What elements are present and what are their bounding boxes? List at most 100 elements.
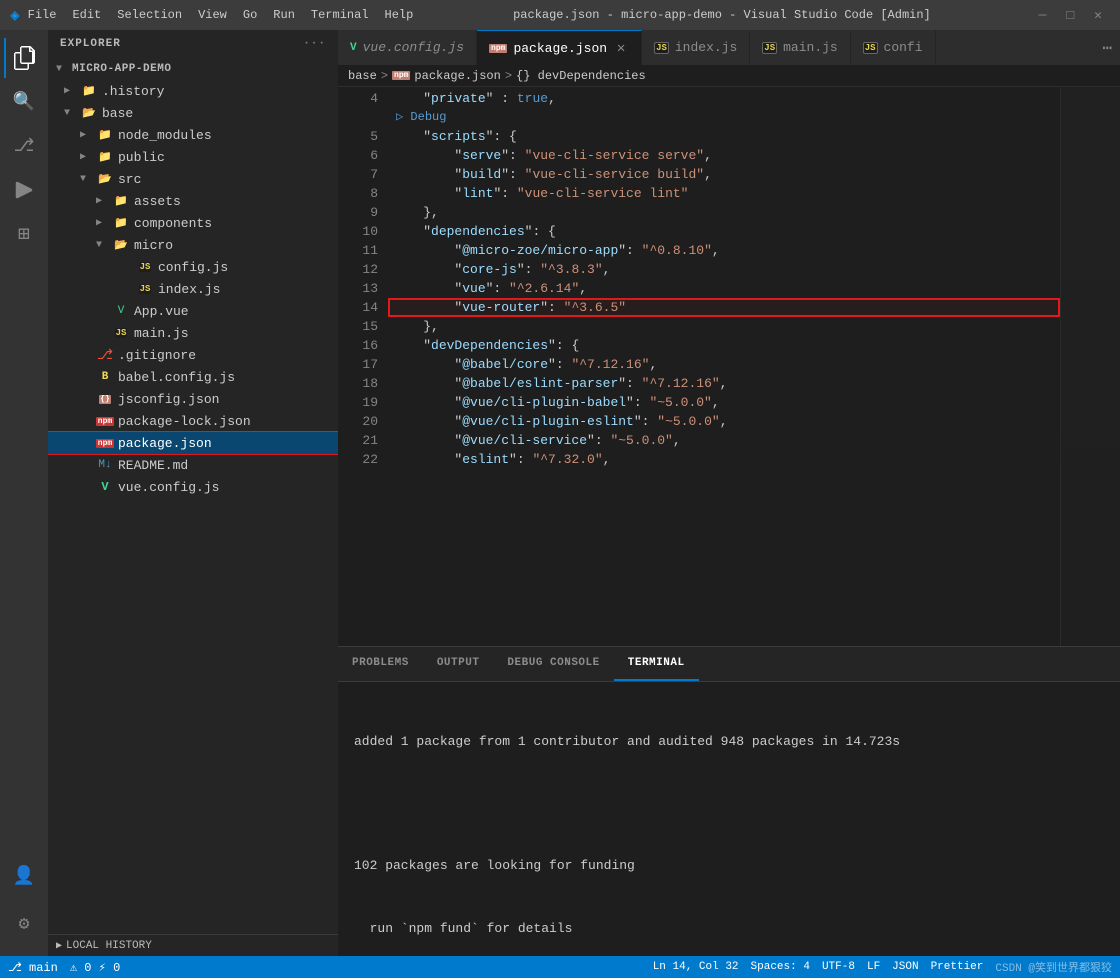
- activity-account[interactable]: 👤: [4, 856, 44, 896]
- menu-terminal[interactable]: Terminal: [311, 8, 369, 22]
- tab-confi-icon: JS: [863, 42, 878, 54]
- vue-config-icon: V: [96, 479, 114, 495]
- code-line-16: "devDependencies": {: [388, 336, 1060, 355]
- project-name[interactable]: ▼ MICRO-APP-DEMO: [48, 58, 338, 80]
- code-line-17: "@babel/core": "^7.12.16",: [388, 355, 1060, 374]
- menu-edit[interactable]: Edit: [72, 8, 101, 22]
- breadcrumb-base[interactable]: base: [348, 69, 377, 83]
- sidebar-header-icons: ···: [303, 38, 326, 50]
- activity-search[interactable]: 🔍: [4, 82, 44, 122]
- activity-explorer[interactable]: [4, 38, 44, 78]
- sidebar-header: EXPLORER ···: [48, 30, 338, 58]
- activity-settings[interactable]: ⚙: [4, 904, 44, 944]
- code-line-13: "vue": "^2.6.14",: [388, 279, 1060, 298]
- code-line-10: "dependencies": {: [388, 222, 1060, 241]
- sidebar-item-babel-config[interactable]: B babel.config.js: [48, 366, 338, 388]
- base-folder-icon: 📂: [80, 105, 98, 121]
- sidebar-item-vue-config[interactable]: V vue.config.js: [48, 476, 338, 498]
- breadcrumb-npm-icon: npm: [392, 71, 410, 80]
- menu-selection[interactable]: Selection: [117, 8, 182, 22]
- app-vue-label: App.vue: [134, 304, 189, 319]
- sidebar-item-node-modules[interactable]: ▶ 📁 node_modules: [48, 124, 338, 146]
- history-label: .history: [102, 84, 164, 99]
- sidebar-item-base[interactable]: ▼ 📂 base: [48, 102, 338, 124]
- tab-package-json[interactable]: npm package.json ✕: [477, 30, 642, 65]
- menu-go[interactable]: Go: [243, 8, 257, 22]
- status-spaces[interactable]: Spaces: 4: [751, 961, 810, 973]
- close-button[interactable]: ✕: [1086, 8, 1110, 23]
- status-branch[interactable]: ⎇ main: [8, 960, 58, 975]
- breadcrumb-section[interactable]: {} devDependencies: [516, 69, 646, 83]
- status-errors[interactable]: ⚠ 0 ⚡ 0: [70, 960, 120, 975]
- code-editor[interactable]: 4 5 6 7 8 9 10 11 12 13 14 15 16 17 18: [338, 87, 1120, 646]
- menu-help[interactable]: Help: [385, 8, 414, 22]
- sidebar-content: ▼ MICRO-APP-DEMO ▶ 📁 .history ▼ 📂 base ▶…: [48, 58, 338, 934]
- tab-vue-config[interactable]: V vue.config.js: [338, 30, 477, 65]
- explorer-title: EXPLORER: [60, 38, 121, 50]
- sidebar-item-gitignore[interactable]: ⎇ .gitignore: [48, 344, 338, 366]
- line-numbers: 4 5 6 7 8 9 10 11 12 13 14 15 16 17 18: [338, 87, 388, 646]
- babel-config-label: babel.config.js: [118, 370, 235, 385]
- tab-index-js[interactable]: JS index.js: [642, 30, 750, 65]
- window-title: package.json - micro-app-demo - Visual S…: [513, 8, 931, 22]
- readme-icon: M↓: [96, 457, 114, 473]
- code-content[interactable]: "private" : true, ▷ Debug "scripts": { "…: [388, 87, 1060, 646]
- status-encoding[interactable]: UTF-8: [822, 961, 855, 973]
- sidebar-item-package-lock[interactable]: npm package-lock.json: [48, 410, 338, 432]
- code-line-20: "@vue/cli-plugin-eslint": "~5.0.0",: [388, 412, 1060, 431]
- activity-bar: 🔍 ⎇ ⊞ 👤 ⚙: [0, 30, 48, 956]
- menu-view[interactable]: View: [198, 8, 227, 22]
- sidebar-item-app-vue[interactable]: V App.vue: [48, 300, 338, 322]
- gitignore-icon: ⎇: [96, 347, 114, 363]
- terminal-content[interactable]: added 1 package from 1 contributor and a…: [338, 682, 1120, 956]
- main-layout: 🔍 ⎇ ⊞ 👤 ⚙ EXPLORER ··· ▼ MICRO-APP-DEMO: [0, 30, 1120, 956]
- sidebar-item-assets[interactable]: ▶ 📁 assets: [48, 190, 338, 212]
- tab-confi[interactable]: JS confi: [851, 30, 936, 65]
- sidebar-item-package-json[interactable]: npm package.json: [48, 432, 338, 454]
- sidebar-more-icon[interactable]: ···: [303, 38, 326, 50]
- breadcrumb-file[interactable]: package.json: [414, 69, 500, 83]
- menu-bar: File Edit Selection View Go Run Terminal…: [28, 8, 414, 22]
- local-history-section[interactable]: ▶ LOCAL HISTORY: [48, 934, 338, 956]
- tab-main-js[interactable]: JS main.js: [750, 30, 850, 65]
- sidebar-item-src[interactable]: ▼ 📂 src: [48, 168, 338, 190]
- panel-tab-terminal[interactable]: TERMINAL: [614, 646, 699, 681]
- panel-tab-output[interactable]: OUTPUT: [423, 646, 494, 681]
- status-eol[interactable]: LF: [867, 961, 880, 973]
- menu-file[interactable]: File: [28, 8, 57, 22]
- maximize-button[interactable]: □: [1058, 8, 1082, 23]
- terminal-line-blank-1: [354, 794, 1104, 815]
- gitignore-label: .gitignore: [118, 348, 196, 363]
- app-vue-icon: V: [112, 303, 130, 319]
- sidebar-item-config-js[interactable]: JS config.js: [48, 256, 338, 278]
- sidebar-item-readme[interactable]: M↓ README.md: [48, 454, 338, 476]
- status-position[interactable]: Ln 14, Col 32: [653, 961, 739, 973]
- tabs-overflow-button[interactable]: ⋯: [1094, 30, 1120, 65]
- status-language[interactable]: JSON: [892, 961, 918, 973]
- sidebar-item-main-js[interactable]: JS main.js: [48, 322, 338, 344]
- sidebar-item-index-js[interactable]: JS index.js: [48, 278, 338, 300]
- minimize-button[interactable]: ─: [1031, 8, 1055, 23]
- tab-confi-label: confi: [884, 40, 923, 55]
- micro-chevron-icon: ▼: [96, 240, 112, 251]
- code-line-11: "@micro-zoe/micro-app": "^0.8.10",: [388, 241, 1060, 260]
- tab-package-json-close[interactable]: ✕: [613, 40, 629, 56]
- status-formatter[interactable]: Prettier: [931, 961, 984, 973]
- status-bar: ⎇ main ⚠ 0 ⚡ 0 Ln 14, Col 32 Spaces: 4 U…: [0, 956, 1120, 978]
- editor-panel-container: 4 5 6 7 8 9 10 11 12 13 14 15 16 17 18: [338, 87, 1120, 956]
- tab-package-json-icon: npm: [489, 44, 507, 53]
- assets-chevron-icon: ▶: [96, 195, 112, 207]
- sidebar-item-micro[interactable]: ▼ 📂 micro: [48, 234, 338, 256]
- activity-run[interactable]: [4, 170, 44, 210]
- activity-source-control[interactable]: ⎇: [4, 126, 44, 166]
- panel-tab-debug-console[interactable]: DEBUG CONSOLE: [493, 646, 613, 681]
- panel-tab-problems[interactable]: PROBLEMS: [338, 646, 423, 681]
- sidebar-item-history[interactable]: ▶ 📁 .history: [48, 80, 338, 102]
- sidebar-item-jsconfig[interactable]: {} jsconfig.json: [48, 388, 338, 410]
- index-js-label: index.js: [158, 282, 220, 297]
- menu-run[interactable]: Run: [273, 8, 295, 22]
- sidebar-item-components[interactable]: ▶ 📁 components: [48, 212, 338, 234]
- public-label: public: [118, 150, 165, 165]
- activity-extensions[interactable]: ⊞: [4, 214, 44, 254]
- sidebar-item-public[interactable]: ▶ 📁 public: [48, 146, 338, 168]
